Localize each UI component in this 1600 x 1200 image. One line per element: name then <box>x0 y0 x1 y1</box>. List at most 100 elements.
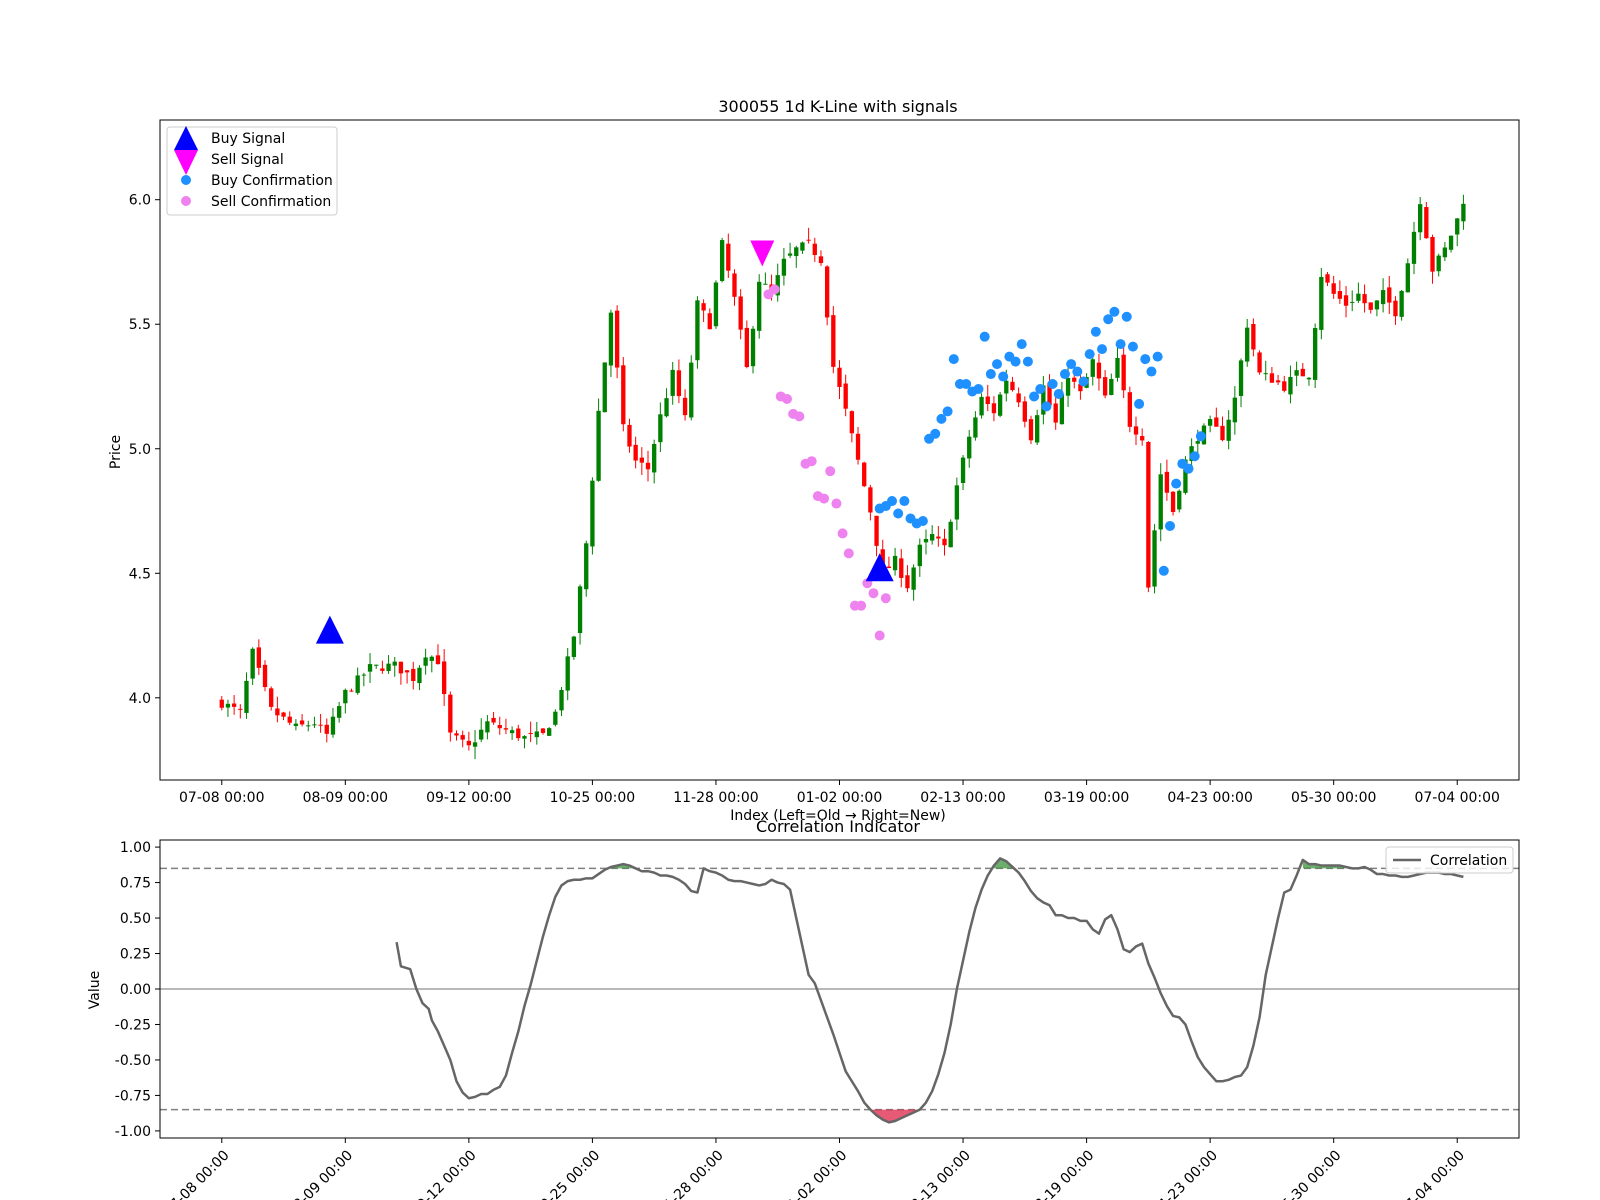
candle-body <box>1282 381 1287 391</box>
correlation-x-tick-label: 03-19 00:00 <box>1026 1148 1098 1200</box>
candle-body <box>1337 291 1343 299</box>
candle-body <box>781 258 787 276</box>
candle-body <box>627 424 632 447</box>
candle-body <box>1214 417 1219 427</box>
candle-body <box>1442 247 1448 258</box>
candle-body <box>824 266 830 318</box>
correlation-x-tick-label: 09-12 00:00 <box>408 1148 480 1200</box>
buy-confirmation-point <box>1084 349 1095 360</box>
candle-body <box>293 723 299 727</box>
candle-body <box>349 690 354 692</box>
buy-confirmation-point <box>1158 565 1169 576</box>
buy-confirmation-point <box>1127 341 1138 352</box>
buy-confirmation-point <box>1140 354 1151 365</box>
candle-body <box>664 398 669 417</box>
kline-title: 300055 1d K-Line with signals <box>718 97 957 116</box>
candle-body <box>979 396 984 416</box>
correlation-y-tick-label: -0.50 <box>115 1053 151 1069</box>
candle-body <box>1195 441 1200 444</box>
correlation-y-tick-label: 0.75 <box>120 876 151 892</box>
candle-body <box>645 462 651 470</box>
candle-body <box>1380 290 1386 305</box>
candle-body <box>1232 397 1238 423</box>
candle-body <box>608 312 614 366</box>
candle-body <box>886 566 892 569</box>
candle-body <box>1010 381 1015 391</box>
candle-body <box>1146 442 1151 588</box>
kline-legend: Buy Signal Sell Signal Buy Confirmation … <box>166 126 338 216</box>
candle-body <box>1004 380 1009 394</box>
kline-y-tick-label: 5.5 <box>129 317 151 333</box>
sell-confirmation-point <box>856 600 867 611</box>
candle-body <box>726 243 731 271</box>
buy-confirmation-point <box>942 406 953 417</box>
candle-body <box>374 664 379 666</box>
correlation-x-tick-label: 01-02 00:00 <box>779 1148 851 1200</box>
sell-confirmation-point <box>837 528 848 539</box>
candle-body <box>1127 392 1132 427</box>
sell-confirmation-legend-icon <box>181 196 191 206</box>
candle-body <box>670 369 675 396</box>
correlation-x-tick-label: 11-28 00:00 <box>655 1148 727 1200</box>
candle-body <box>281 712 286 717</box>
candle-body <box>466 740 472 746</box>
candle-body <box>1158 474 1163 530</box>
candle-body <box>1164 471 1170 493</box>
legend-buy-confirmation: Buy Confirmation <box>211 173 333 189</box>
candle-body <box>491 717 496 723</box>
candle-body <box>1245 327 1250 362</box>
sell-confirmation-point <box>806 456 817 467</box>
kline-x-tick-label: 08-09 00:00 <box>303 790 388 806</box>
candle-body <box>1275 380 1281 383</box>
buy-confirmation-point <box>985 369 996 380</box>
candle-body <box>1455 218 1460 235</box>
buy-confirmation-point <box>1035 383 1046 394</box>
buy-signal-marker <box>315 615 344 644</box>
candle-body <box>1343 295 1349 306</box>
candle-body <box>874 515 879 546</box>
candle-body <box>485 721 490 733</box>
candle-body <box>1028 419 1034 441</box>
buy-confirmation-point <box>1164 520 1175 531</box>
sell-confirmation-point <box>874 630 885 641</box>
correlation-y-tick-label: -0.25 <box>115 1017 151 1033</box>
candle-body <box>367 664 373 672</box>
candle-body <box>577 586 583 634</box>
candle-body <box>1035 415 1040 443</box>
candle-body <box>231 703 237 707</box>
buy-confirmation-point <box>1022 356 1033 367</box>
kline-y-tick-label: 6.0 <box>129 193 151 209</box>
candle-body <box>917 544 922 567</box>
candle-body <box>596 410 601 481</box>
candle-body <box>287 716 292 723</box>
correlation-x-axis: 07-08 00:00 08-09 00:00 09-12 00:00 10-25 0… <box>161 1138 1468 1200</box>
candlestick-series <box>219 194 1466 760</box>
buy-confirmation-point <box>1115 339 1126 350</box>
candle-body <box>695 300 700 361</box>
correlation-x-tick-label: 04-23 00:00 <box>1149 1148 1221 1200</box>
correlation-title: Correlation Indicator <box>756 817 920 836</box>
candle-body <box>763 283 768 285</box>
candle-body <box>479 729 484 740</box>
candle-body <box>1418 204 1423 233</box>
candle-body <box>355 675 360 693</box>
kline-x-tick-label: 07-04 00:00 <box>1414 790 1499 806</box>
candle-body <box>652 443 657 473</box>
candle-body <box>1016 393 1021 403</box>
candle-body <box>639 457 644 463</box>
candle-body <box>1325 274 1330 283</box>
candle-body <box>454 733 459 736</box>
candle-body <box>1072 377 1077 382</box>
candle-body <box>1294 370 1299 376</box>
candle-body <box>472 742 478 747</box>
candle-body <box>1312 328 1318 380</box>
kline-y-axis-label: Price <box>108 435 124 469</box>
buy-confirmation-point <box>1134 398 1145 409</box>
candle-body <box>553 711 558 725</box>
sell-signal-marker <box>750 240 775 267</box>
sell-confirmation-series <box>763 284 891 641</box>
candle-body <box>547 728 552 736</box>
candle-body <box>460 735 465 740</box>
sell-confirmation-point <box>794 411 805 422</box>
candle-body <box>250 648 255 679</box>
